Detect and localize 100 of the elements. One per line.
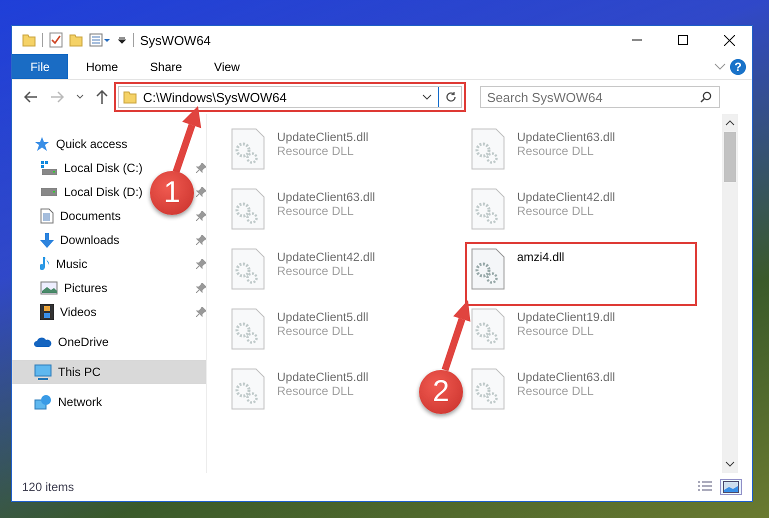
recent-caret-icon[interactable] — [76, 94, 84, 100]
dropdown-caret-icon[interactable] — [422, 94, 432, 100]
ribbon-tab[interactable]: Home — [72, 54, 132, 79]
up-arrow-icon[interactable] — [96, 90, 108, 104]
file-name: UpdateClient5.dll — [277, 130, 368, 144]
file-tile[interactable]: UpdateClient63.dll Resource DLL — [467, 124, 620, 174]
address-path: C:\Windows\SysWOW64 — [143, 90, 288, 104]
cloud-icon — [34, 337, 52, 347]
folder-icon — [123, 90, 137, 104]
gear-file-icon — [231, 248, 265, 290]
maximize-icon — [678, 35, 688, 45]
close-icon — [724, 34, 734, 46]
file-tile[interactable]: UpdateClient5.dll Resource DLL — [227, 304, 372, 354]
gear-file-icon — [471, 248, 505, 290]
file-type: Resource DLL — [517, 384, 595, 398]
file-type: Resource DLL — [277, 324, 355, 338]
file-type: Resource DLL — [277, 144, 355, 158]
file-name: UpdateClient19.dll — [517, 310, 616, 324]
pin-icon[interactable] — [196, 163, 206, 173]
nav-label: Local Disk (C:) — [64, 161, 143, 175]
gear-file-icon — [471, 368, 505, 410]
file-tile[interactable]: UpdateClient19.dll Resource DLL — [467, 304, 620, 354]
file-name: UpdateClient42.dll — [277, 250, 376, 264]
gear-file-icon — [471, 188, 505, 230]
dropdown-icon[interactable] — [117, 35, 127, 45]
file-tile[interactable]: UpdateClient42.dll Resource DLL — [467, 184, 620, 234]
file-name: amzi4.dll — [517, 250, 564, 264]
nav-item[interactable]: Local Disk (C:) — [12, 156, 147, 180]
ribbon-tab[interactable]: View — [200, 54, 254, 79]
back-arrow-icon[interactable] — [24, 91, 38, 103]
refresh-icon[interactable] — [445, 91, 457, 103]
scroll-down-icon[interactable] — [725, 461, 735, 467]
file-tile[interactable]: UpdateClient63.dll Resource DLL — [227, 184, 380, 234]
nav-label: Pictures — [64, 281, 108, 295]
pin-icon[interactable] — [196, 235, 206, 245]
pin-icon[interactable] — [196, 259, 206, 269]
file-name: UpdateClient5.dll — [277, 370, 368, 384]
file-tab[interactable]: File — [12, 54, 68, 79]
folder-icon[interactable] — [69, 33, 83, 47]
checklist-icon[interactable] — [49, 32, 63, 48]
file-tile[interactable]: UpdateClient42.dll Resource DLL — [227, 244, 380, 294]
window-title: SysWOW64 — [140, 32, 212, 48]
nav-label: Downloads — [60, 233, 120, 247]
file-type: Resource DLL — [517, 204, 595, 218]
tiles-view-button[interactable] — [720, 479, 742, 495]
music-note-icon — [40, 256, 50, 272]
nav-item[interactable]: Documents — [12, 204, 125, 228]
nav-item[interactable]: Network — [12, 390, 206, 414]
pin-icon[interactable] — [196, 307, 206, 317]
item-count: 120 items — [22, 480, 76, 494]
nav-item[interactable]: Downloads — [12, 228, 124, 252]
scroll-thumb[interactable] — [724, 132, 736, 182]
nav-label: Documents — [60, 209, 121, 223]
pin-icon[interactable] — [196, 187, 206, 197]
document-icon — [40, 208, 54, 224]
nav-label: Network — [58, 395, 102, 409]
file-type: Resource DLL — [277, 204, 355, 218]
folder-icon[interactable] — [22, 33, 36, 47]
nav-label: Local Disk (D:) — [64, 185, 143, 199]
properties-icon[interactable] — [89, 33, 111, 47]
file-tile[interactable]: UpdateClient63.dll Resource DLL — [467, 364, 620, 414]
nav-item[interactable]: Local Disk (D:) — [12, 180, 147, 204]
pin-icon[interactable] — [196, 211, 206, 221]
file-type: Resource DLL — [517, 324, 595, 338]
drive-icon — [40, 188, 58, 196]
scrollbar[interactable] — [722, 114, 738, 473]
help-button[interactable]: ? — [730, 58, 746, 74]
gear-file-icon — [231, 188, 265, 230]
nav-item[interactable]: Quick access — [12, 132, 206, 156]
pointer-arrow — [442, 300, 470, 372]
search-field[interactable]: Search SysWOW64 — [480, 86, 720, 108]
file-name: UpdateClient42.dll — [517, 190, 616, 204]
file-tile[interactable]: UpdateClient5.dll Resource DLL — [227, 364, 372, 414]
nav-item[interactable]: OneDrive — [12, 330, 206, 354]
nav-item[interactable]: Music — [12, 252, 92, 276]
file-tile[interactable]: amzi4.dll — [467, 244, 695, 304]
file-name: UpdateClient63.dll — [517, 130, 616, 144]
nav-item[interactable]: Videos — [12, 300, 100, 324]
file-name: UpdateClient5.dll — [277, 310, 368, 324]
nav-item[interactable]: This PC — [12, 360, 206, 384]
nav-label: Videos — [60, 305, 96, 319]
file-tile[interactable]: UpdateClient5.dll Resource DLL — [227, 124, 372, 174]
file-type: Resource DLL — [277, 384, 355, 398]
scroll-up-icon[interactable] — [725, 120, 735, 126]
nav-label: Quick access — [56, 137, 128, 151]
computer-icon — [34, 364, 52, 380]
ribbon-tab[interactable]: Share — [136, 54, 196, 79]
nav-label: Music — [56, 257, 88, 271]
gear-file-icon — [231, 308, 265, 350]
pin-icon[interactable] — [196, 283, 206, 293]
gear-file-icon — [471, 308, 505, 350]
file-type: Resource DLL — [277, 264, 355, 278]
gear-file-icon — [231, 128, 265, 170]
download-arrow-icon — [40, 232, 54, 248]
file-type: Resource DLL — [517, 144, 595, 158]
nav-item[interactable]: Pictures — [12, 276, 112, 300]
network-icon — [34, 394, 52, 410]
gear-file-icon — [231, 368, 265, 410]
expand-ribbon-icon[interactable] — [714, 62, 726, 70]
nav-label: This PC — [58, 365, 101, 379]
